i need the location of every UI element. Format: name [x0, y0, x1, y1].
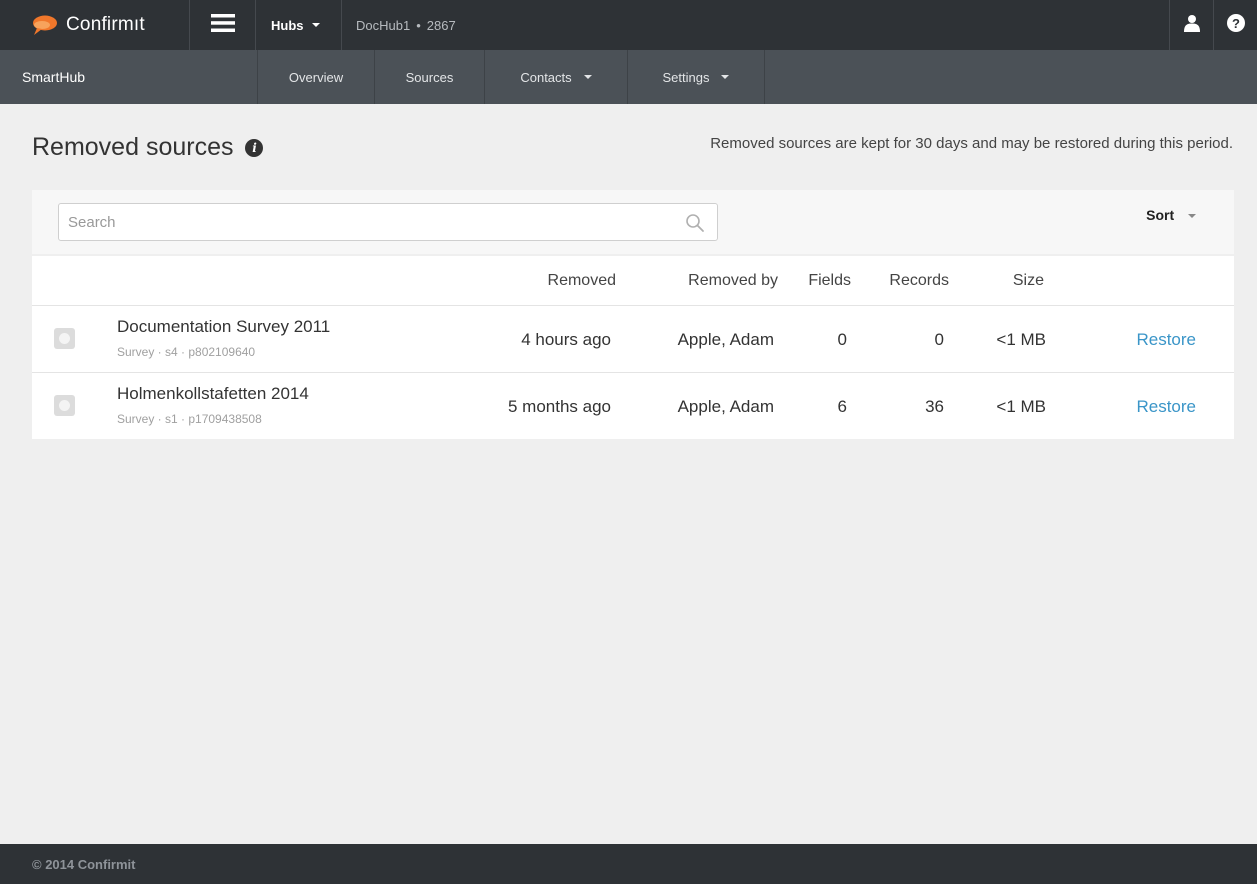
user-icon: [1183, 14, 1201, 37]
tab-sources[interactable]: Sources: [375, 50, 485, 104]
tab-label: Settings: [662, 69, 710, 85]
size-value: <1 MB: [996, 330, 1046, 349]
survey-icon: [54, 328, 75, 349]
confirmit-logo-icon: [30, 14, 58, 36]
records-count: 0: [934, 330, 944, 349]
hub-separator: •: [416, 17, 421, 33]
tab-label: Contacts: [520, 69, 572, 85]
header-records: Records: [889, 272, 949, 289]
records-count: 36: [925, 397, 944, 416]
table-header: Removed Removed by Fields Records Size: [32, 256, 1234, 306]
removed-sources-table: Removed Removed by Fields Records Size D…: [32, 256, 1234, 439]
hamburger-icon: [210, 13, 235, 37]
header-size: Size: [1012, 272, 1044, 289]
svg-text:?: ?: [1232, 16, 1240, 31]
search-box: [58, 203, 718, 241]
sort-label: Sort: [1146, 207, 1175, 223]
fields-count: 0: [837, 330, 847, 349]
page-title-text: Removed sources: [32, 133, 234, 161]
source-meta: Survey · s1 · p1709438508: [117, 412, 262, 426]
source-name: Holmenkollstafetten 2014: [117, 384, 309, 403]
restore-link[interactable]: Restore: [1136, 397, 1196, 417]
survey-icon: [54, 395, 75, 416]
header-fields: Fields: [808, 272, 851, 289]
header-removed-by: Removed by: [688, 272, 778, 289]
tab-contacts[interactable]: Contacts: [485, 50, 628, 104]
tab-settings[interactable]: Settings: [628, 50, 765, 104]
menu-button[interactable]: [190, 0, 256, 50]
hubs-dropdown[interactable]: Hubs: [256, 0, 342, 50]
removed-by: Apple, Adam: [677, 330, 774, 349]
copyright: © 2014 Confirmit: [32, 856, 136, 872]
user-button[interactable]: [1169, 0, 1213, 50]
removed-time: 4 hours ago: [521, 330, 611, 349]
help-button[interactable]: ?: [1213, 0, 1257, 50]
tab-overview[interactable]: Overview: [258, 50, 375, 104]
current-hub: DocHub1 • 2867: [342, 0, 456, 50]
fields-count: 6: [837, 397, 847, 416]
source-meta: Survey · s4 · p802109640: [117, 345, 256, 359]
brand[interactable]: Confirmıt: [0, 0, 190, 50]
removed-time: 5 months ago: [507, 397, 611, 416]
sort-dropdown[interactable]: Sort: [1146, 207, 1196, 223]
top-bar: Confirmıt Hubs DocHub1 • 2867 ?: [0, 0, 1257, 50]
caret-down-icon: [583, 75, 592, 79]
removed-by: Apple, Adam: [677, 397, 774, 416]
page-title: Removed sources i: [32, 133, 264, 162]
toolbar: Sort: [32, 190, 1234, 254]
restore-link[interactable]: Restore: [1136, 330, 1196, 350]
tab-label: Overview: [288, 69, 344, 85]
tab-label: Sources: [405, 69, 454, 85]
search-icon[interactable]: [685, 213, 705, 233]
caret-down-icon: [1188, 214, 1196, 219]
table-row: Documentation Survey 2011 Survey · s4 · …: [32, 306, 1234, 373]
table-row: Holmenkollstafetten 2014 Survey · s1 · p…: [32, 373, 1234, 439]
hub-id: 2867: [426, 17, 456, 33]
retention-notice: Removed sources are kept for 30 days and…: [710, 135, 1233, 152]
caret-down-icon: [311, 23, 320, 27]
info-icon[interactable]: i: [245, 138, 264, 157]
source-name: Documentation Survey 2011: [117, 317, 331, 336]
header-removed: Removed: [547, 272, 616, 289]
help-icon: ?: [1226, 13, 1245, 37]
section-title[interactable]: SmartHub: [0, 50, 258, 104]
sub-nav: SmartHub Overview Sources Contacts Setti…: [0, 50, 1257, 104]
footer: © 2014 Confirmit: [0, 844, 1257, 884]
hubs-label: Hubs: [271, 17, 304, 33]
caret-down-icon: [721, 75, 730, 79]
size-value: <1 MB: [996, 397, 1046, 416]
hub-name: DocHub1: [356, 17, 411, 33]
search-input[interactable]: [59, 204, 659, 240]
brand-name: Confirmıt: [66, 14, 145, 35]
